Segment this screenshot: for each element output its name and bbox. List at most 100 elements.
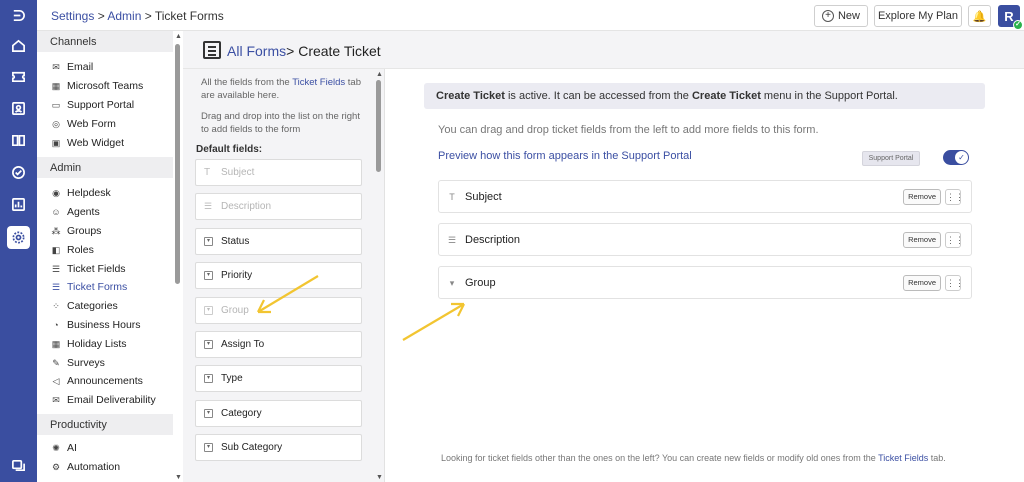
drag-handle-icon[interactable]: ⋮⋮ — [945, 275, 964, 291]
all-forms-link[interactable]: All Forms — [227, 43, 286, 59]
field-item-sub-category[interactable]: ▾ Sub Category — [195, 434, 362, 462]
sidebar-item-announcements[interactable]: ◁ Announcements — [37, 372, 183, 391]
sidebar-item-web-form[interactable]: ◎ Web Form — [37, 114, 183, 133]
sidebar-item-automation[interactable]: ⚙ Automation — [37, 457, 183, 476]
fields-icon: ☰ — [51, 263, 61, 274]
new-button[interactable]: + New — [814, 5, 868, 27]
form-active-toggle[interactable]: ✓ — [943, 150, 969, 165]
banner-menu-name: Create Ticket — [691, 90, 761, 102]
default-fields-label: Default fields: — [196, 144, 263, 155]
drag-handle-icon[interactable]: ⋮⋮ — [945, 189, 964, 205]
reports-icon[interactable] — [9, 195, 28, 214]
field-item-assign-to[interactable]: ▾ Assign To — [195, 331, 362, 358]
sidebar-item-label: Announcements — [67, 375, 143, 388]
avatar[interactable]: R ✓ — [998, 5, 1023, 30]
tickets-icon[interactable] — [9, 67, 28, 86]
footer-note: Looking for ticket fields other than the… — [441, 453, 946, 463]
breadcrumb-settings[interactable]: Settings — [51, 9, 94, 23]
sidebar-item-web-widget[interactable]: ▣ Web Widget — [37, 133, 183, 152]
field-item-priority[interactable]: ▾ Priority — [195, 262, 362, 290]
field-item-label: Description — [221, 201, 272, 213]
field-item-label: Subject — [221, 167, 255, 178]
sidebar-scrollbar[interactable] — [175, 44, 180, 284]
sidebar-item-label: Automation — [67, 460, 121, 473]
field-item-label: Sub Category — [221, 442, 283, 454]
remove-button[interactable]: Remove — [903, 189, 941, 205]
explore-plan-button[interactable]: Explore My Plan — [874, 5, 962, 27]
sidebar-item-ticket-forms[interactable]: ☰ Ticket Forms — [37, 278, 183, 297]
sidebar-item-label: Surveys — [67, 356, 105, 369]
sidebar-item-email[interactable]: ✉ Email — [37, 58, 183, 77]
form-field-row-subject[interactable]: T Subject Remove ⋮⋮ — [438, 180, 972, 213]
field-item-status[interactable]: ▾ Status — [195, 227, 362, 255]
sidebar-item-categories[interactable]: ⁘ Categories — [37, 297, 183, 316]
ticket-fields-link[interactable]: Ticket Fields — [292, 77, 345, 88]
sidebar-item-ai[interactable]: ✺ AI — [37, 439, 183, 458]
ai-icon: ✺ — [52, 442, 60, 453]
form-title: Create Ticket — [294, 43, 381, 59]
dropdown-field-icon: ▾ — [204, 408, 213, 418]
tasks-icon[interactable] — [9, 163, 28, 182]
sidebar-item-label: Ticket Fields — [67, 262, 126, 275]
dropdown-field-icon: ▾ — [204, 340, 213, 349]
field-item-type[interactable]: ▾ Type — [195, 365, 362, 393]
sidebar-item-email-deliverability[interactable]: ✉ Email Deliverability — [37, 391, 183, 410]
breadcrumb-admin[interactable]: Admin — [107, 9, 141, 23]
sidebar-item-label: Categories — [67, 300, 118, 313]
available-fields-panel: All the fields from the Ticket Fields ta… — [183, 69, 385, 482]
sidebar-item-surveys[interactable]: ✎ Surveys — [37, 353, 183, 372]
footer-ticket-fields-link[interactable]: Ticket Fields — [878, 453, 928, 463]
home-icon[interactable] — [9, 36, 28, 55]
breadcrumb-separator: > — [141, 9, 155, 23]
preview-link[interactable]: Preview how this form appears in the Sup… — [438, 150, 692, 162]
sidebar-item-holiday-lists[interactable]: ▦ Holiday Lists — [37, 334, 183, 353]
sidebar-item-label: Web Widget — [67, 136, 124, 149]
fields-note-text: All the fields from the — [201, 77, 293, 88]
sidebar-item-label: Groups — [67, 224, 102, 237]
sidebar-item-microsoft-teams[interactable]: ▦ Microsoft Teams — [37, 77, 183, 96]
footer-text: tab. — [928, 453, 946, 463]
remove-button[interactable]: Remove — [903, 275, 941, 291]
sidebar-item-ticket-fields[interactable]: ☰ Ticket Fields — [37, 259, 183, 278]
teams-icon: ▦ — [51, 81, 61, 92]
scroll-up-icon[interactable]: ▲ — [376, 71, 383, 78]
sidebar-item-agents[interactable]: ☺ Agents — [37, 203, 183, 222]
form-editor: Create Ticket is active. It can be acces… — [385, 69, 1024, 482]
banner-form-name: Create Ticket — [436, 90, 505, 102]
field-item-description: ☰ Description — [195, 193, 362, 221]
drag-note: Drag and drop into the list on the right… — [201, 111, 360, 135]
drag-handle-icon[interactable]: ⋮⋮ — [945, 232, 964, 248]
remove-button[interactable]: Remove — [903, 232, 941, 248]
field-item-category[interactable]: ▾ Category — [195, 399, 362, 427]
form-field-label: Description — [465, 233, 521, 246]
chat-icon[interactable] — [9, 456, 28, 475]
fields-scrollbar[interactable] — [376, 80, 381, 172]
scroll-down-icon[interactable]: ▼ — [175, 474, 182, 481]
sidebar-item-helpdesk[interactable]: ◉ Helpdesk — [37, 184, 183, 203]
scroll-up-icon[interactable]: ▲ — [175, 33, 182, 40]
notifications-button[interactable]: 🔔 — [968, 5, 991, 27]
new-button-label: New — [837, 10, 860, 22]
knowledge-base-icon[interactable] — [9, 131, 28, 150]
scroll-down-icon[interactable]: ▼ — [376, 474, 383, 481]
form-field-row-group[interactable]: ▾ Group Remove ⋮⋮ — [438, 266, 972, 299]
field-item-label: Category — [221, 407, 262, 419]
sidebar-item-roles[interactable]: ◧ Roles — [37, 240, 183, 259]
logo-icon[interactable] — [9, 6, 28, 25]
widget-icon: ▣ — [51, 137, 61, 148]
form-icon — [203, 41, 221, 59]
settings-sidebar: Channels ✉ Email ▦ Microsoft Teams ▭ Support … — [37, 31, 183, 482]
roles-icon: ◧ — [51, 244, 61, 255]
contacts-icon[interactable] — [9, 99, 28, 118]
settings-gear-icon[interactable] — [7, 226, 30, 249]
sidebar-item-support-portal[interactable]: ▭ Support Portal — [37, 96, 183, 115]
sidebar-item-business-hours[interactable]: ◔ Business Hours — [37, 316, 183, 335]
forms-icon: ☰ — [51, 282, 61, 293]
dropdown-field-icon: ▾ — [204, 443, 213, 453]
sidebar-item-groups[interactable]: ⁂ Groups — [37, 222, 183, 241]
categories-icon: ⁘ — [52, 301, 60, 312]
sidebar-section-productivity: Productivity — [37, 413, 173, 435]
plus-icon: + — [821, 10, 834, 22]
dropdown-field-icon: ▾ — [204, 374, 213, 384]
form-field-row-description[interactable]: ☰ Description Remove ⋮⋮ — [438, 223, 972, 256]
